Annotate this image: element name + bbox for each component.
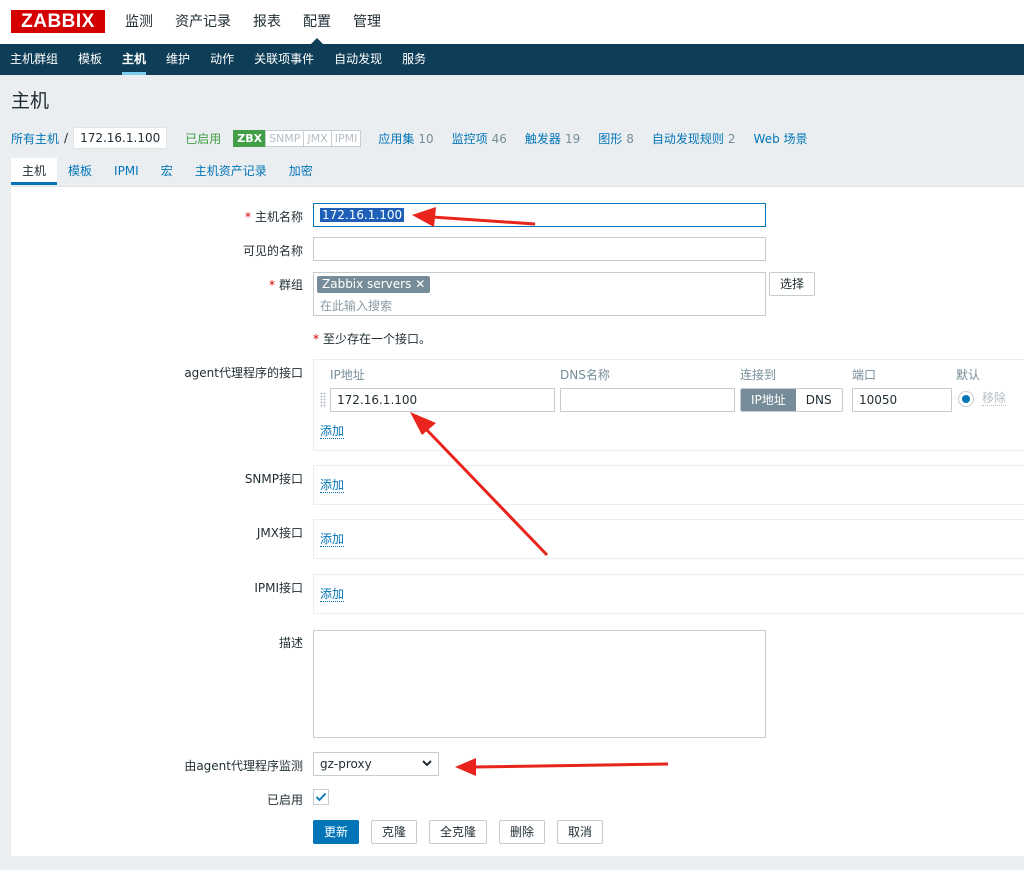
remove-interface-link[interactable]: 移除 xyxy=(982,391,1007,406)
sub-menu: 主机群组 模板 主机 维护 动作 关联项事件 自动发现 服务 xyxy=(0,44,1024,75)
submenu-item-services[interactable]: 服务 xyxy=(392,44,436,75)
menu-item-configuration[interactable]: 配置 xyxy=(292,0,342,44)
link-items[interactable]: 监控项 46 xyxy=(452,130,507,147)
connect-dns-option[interactable]: DNS xyxy=(796,389,842,411)
add-snmp-interface-link[interactable]: 添加 xyxy=(320,478,345,493)
snmp-interface-label: SNMP接口 xyxy=(244,472,303,486)
jmx-interface-table: 添加 xyxy=(313,519,1024,559)
ipmi-interface-label: IPMI接口 xyxy=(254,581,303,595)
tab-host[interactable]: 主机 xyxy=(11,158,58,185)
select-groups-button[interactable]: 选择 xyxy=(769,272,816,296)
link-graphs[interactable]: 图形 8 xyxy=(598,130,634,147)
ipmi-interface-table: 添加 xyxy=(313,574,1024,614)
tab-macros[interactable]: 宏 xyxy=(150,158,184,185)
breadcrumb: 所有主机 / 172.16.1.100 已启用 ZBX SNMP JMX IPM… xyxy=(11,124,808,152)
enabled-checkbox[interactable] xyxy=(313,789,329,805)
agent-interface-table: IP地址 DNS名称 连接到 端口 默认 172.16.1.100 IP地址 D… xyxy=(313,359,1024,451)
col-default: 默认 xyxy=(956,368,981,382)
description-label: 描述 xyxy=(278,636,303,650)
badge-zbx: ZBX xyxy=(233,129,267,147)
description-textarea[interactable] xyxy=(313,630,766,738)
connect-to-toggle: IP地址 DNS xyxy=(740,388,843,412)
page-title: 主机 xyxy=(11,90,50,112)
group-chip-zabbix-servers: Zabbix servers ✕ xyxy=(317,276,431,293)
host-name-label: * 主机名称 xyxy=(244,210,303,224)
submenu-item-discovery[interactable]: 自动发现 xyxy=(324,44,392,75)
add-agent-interface-link[interactable]: 添加 xyxy=(320,424,345,439)
full-clone-button[interactable]: 全克隆 xyxy=(429,820,488,844)
host-form: * 主机名称 172.16.1.100 可见的名称 * 群组 Zabbix serv… xyxy=(11,186,1024,856)
breadcrumb-separator: / xyxy=(64,131,69,145)
top-header: ZABBIX 监测 资产记录 报表 配置 管理 xyxy=(0,0,1024,44)
visible-name-input[interactable] xyxy=(313,237,766,261)
link-discovery-rules[interactable]: 自动发现规则 2 xyxy=(652,130,736,147)
form-tabs: 主机 模板 IPMI 宏 主机资产记录 加密 xyxy=(11,158,324,185)
clone-button[interactable]: 克隆 xyxy=(371,820,418,844)
delete-button[interactable]: 删除 xyxy=(499,820,546,844)
zabbix-logo[interactable]: ZABBIX xyxy=(11,10,105,33)
submenu-item-actions[interactable]: 动作 xyxy=(200,44,244,75)
availability-badges: ZBX SNMP JMX IPMI xyxy=(233,129,362,147)
col-dns-name: DNS名称 xyxy=(560,368,610,382)
host-name-input[interactable]: 172.16.1.100 xyxy=(313,203,766,227)
submenu-item-hosts[interactable]: 主机 xyxy=(112,44,156,75)
menu-item-administration[interactable]: 管理 xyxy=(342,0,392,44)
menu-item-monitoring[interactable]: 监测 xyxy=(114,0,164,44)
tab-ipmi[interactable]: IPMI xyxy=(103,158,150,185)
groups-multiselect[interactable]: Zabbix servers ✕ 在此输入搜索 xyxy=(313,272,766,316)
update-button[interactable]: 更新 xyxy=(313,820,360,844)
menu-item-reports[interactable]: 报表 xyxy=(242,0,292,44)
tab-inventory[interactable]: 主机资产记录 xyxy=(184,158,278,185)
agent-ip-input[interactable]: 172.16.1.100 xyxy=(330,388,555,412)
link-triggers[interactable]: 触发器 19 xyxy=(525,130,580,147)
groups-label: * 群组 xyxy=(268,278,303,292)
add-ipmi-interface-link[interactable]: 添加 xyxy=(320,587,345,602)
check-icon xyxy=(315,792,327,802)
jmx-interface-label: JMX接口 xyxy=(256,526,303,540)
col-ip-address: IP地址 xyxy=(330,368,365,382)
link-applications[interactable]: 应用集 10 xyxy=(378,130,433,147)
default-interface-radio[interactable] xyxy=(958,391,974,407)
agent-dns-input[interactable] xyxy=(560,388,735,412)
submenu-item-templates[interactable]: 模板 xyxy=(68,44,112,75)
col-connect-to: 连接到 xyxy=(740,368,777,382)
cancel-button[interactable]: 取消 xyxy=(557,820,604,844)
badge-jmx: JMX xyxy=(303,129,332,147)
badge-ipmi: IPMI xyxy=(330,129,362,147)
interface-hint: * 至少存在一个接口。 xyxy=(313,332,432,346)
visible-name-label: 可见的名称 xyxy=(242,244,303,258)
main-menu: 监测 资产记录 报表 配置 管理 xyxy=(114,0,392,44)
menu-item-inventory[interactable]: 资产记录 xyxy=(164,0,242,44)
tab-encryption[interactable]: 加密 xyxy=(278,158,324,185)
link-web-scenarios[interactable]: Web 场景 xyxy=(754,130,808,147)
enabled-label: 已启用 xyxy=(266,793,303,807)
chip-remove-icon[interactable]: ✕ xyxy=(415,277,425,291)
drag-handle-icon[interactable] xyxy=(320,392,326,408)
submenu-item-correlation[interactable]: 关联项事件 xyxy=(244,44,324,75)
badge-snmp: SNMP xyxy=(265,129,305,147)
proxy-select[interactable]: gz-proxy xyxy=(313,752,439,776)
breadcrumb-current-host[interactable]: 172.16.1.100 xyxy=(73,127,168,149)
tab-templates[interactable]: 模板 xyxy=(57,158,103,185)
submenu-item-maintenance[interactable]: 维护 xyxy=(156,44,200,75)
col-port: 端口 xyxy=(852,368,877,382)
groups-search-placeholder[interactable]: 在此输入搜索 xyxy=(320,297,392,314)
proxy-selected-value: gz-proxy xyxy=(320,757,372,771)
agent-interface-label: agent代理程序的接口 xyxy=(184,366,303,380)
host-status-enabled[interactable]: 已启用 xyxy=(185,130,221,147)
connect-ip-option[interactable]: IP地址 xyxy=(741,389,796,411)
monitored-by-proxy-label: 由agent代理程序监测 xyxy=(184,759,303,773)
add-jmx-interface-link[interactable]: 添加 xyxy=(320,532,345,547)
breadcrumb-all-hosts[interactable]: 所有主机 xyxy=(11,130,59,147)
chevron-down-icon xyxy=(422,760,432,767)
agent-port-input[interactable]: 10050 xyxy=(852,388,952,412)
submenu-item-host-groups[interactable]: 主机群组 xyxy=(0,44,68,75)
snmp-interface-table: 添加 xyxy=(313,465,1024,505)
